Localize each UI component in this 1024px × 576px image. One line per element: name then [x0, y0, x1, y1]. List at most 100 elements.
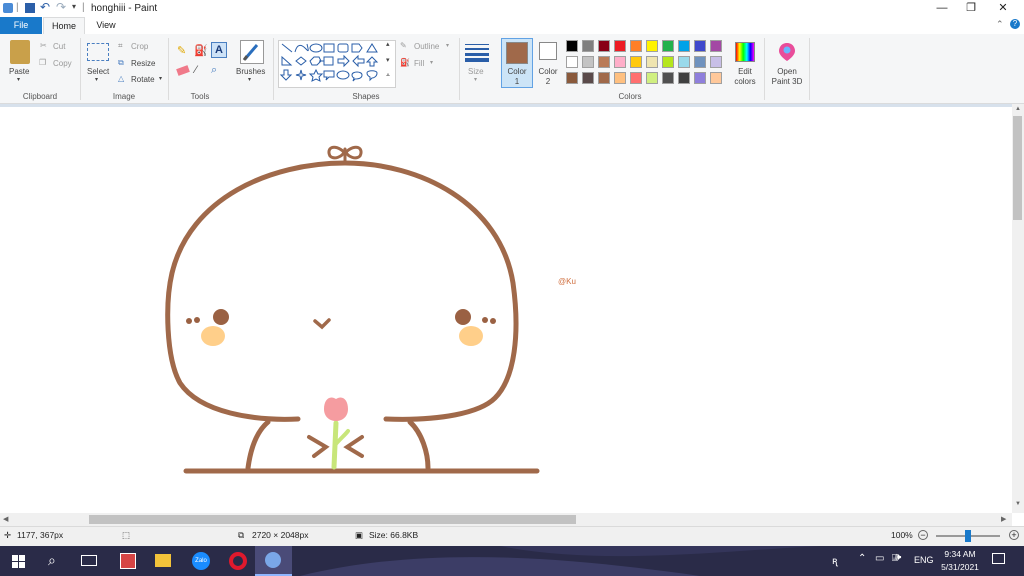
fill-button[interactable]: Fill — [414, 59, 424, 68]
vertical-scroll-thumb[interactable] — [1013, 116, 1022, 220]
notification-center-icon[interactable] — [992, 553, 1005, 564]
close-button[interactable]: ✕ — [987, 0, 1019, 17]
vertical-scrollbar[interactable]: ▲ ▼ — [1012, 104, 1024, 513]
palette-swatch[interactable] — [662, 40, 674, 52]
palette-swatch[interactable] — [582, 72, 594, 84]
brushes-icon[interactable] — [240, 40, 264, 64]
canvas-area[interactable]: @Ku — [0, 104, 1012, 516]
collapse-ribbon-icon[interactable]: ⌃ — [996, 19, 1004, 30]
palette-swatch[interactable] — [630, 72, 642, 84]
shapes-scroll-up-icon[interactable]: ▴ — [386, 40, 390, 48]
shapes-gallery[interactable] — [278, 40, 396, 88]
select-dropdown-icon[interactable]: ▾ — [95, 76, 98, 83]
crop-button[interactable]: Crop — [131, 42, 148, 51]
palette-swatch[interactable] — [646, 72, 658, 84]
fill-bucket-icon[interactable]: ⛽ — [194, 44, 208, 57]
fill-icon[interactable]: ⛽ — [400, 58, 410, 67]
resize-icon[interactable]: ⧉ — [118, 58, 124, 68]
paint-app-icon[interactable] — [3, 3, 13, 13]
palette-swatch[interactable] — [710, 56, 722, 68]
zalo-icon[interactable]: Zalo — [189, 549, 213, 573]
customize-toolbar-icon[interactable]: ▾ — [72, 2, 76, 11]
palette-swatch[interactable] — [598, 40, 610, 52]
edit-colors-label[interactable]: Edit — [730, 67, 760, 76]
minimize-button[interactable]: — — [926, 0, 958, 17]
shapes-expand-icon[interactable]: ⩡ — [386, 72, 390, 80]
palette-swatch[interactable] — [646, 40, 658, 52]
battery-icon[interactable]: ▭ — [875, 553, 884, 564]
palette-swatch[interactable] — [566, 56, 578, 68]
paint3d-label[interactable]: Open — [768, 67, 806, 76]
palette-swatch[interactable] — [630, 40, 642, 52]
show-hidden-icons[interactable]: ⌃ — [858, 553, 866, 564]
shapes-scroll-down-icon[interactable]: ▾ — [386, 56, 390, 64]
copy-button[interactable]: Copy — [53, 59, 72, 68]
outline-button[interactable]: Outline — [414, 42, 439, 51]
save-icon[interactable] — [25, 3, 35, 13]
pencil-icon[interactable]: ✎ — [177, 44, 186, 57]
palette-swatch[interactable] — [694, 72, 706, 84]
palette-swatch[interactable] — [582, 56, 594, 68]
windows-start-icon[interactable] — [12, 555, 25, 570]
brushes-dropdown-icon[interactable]: ▾ — [248, 76, 251, 83]
color2-swatch[interactable] — [539, 42, 557, 60]
palette-swatch[interactable] — [710, 40, 722, 52]
cut-icon[interactable]: ✂ — [40, 41, 47, 50]
palette-swatch[interactable] — [598, 56, 610, 68]
task-view-icon[interactable] — [81, 555, 97, 566]
paint-taskbar-button[interactable] — [255, 546, 292, 576]
paint3d-label-2[interactable]: Paint 3D — [766, 77, 808, 86]
gallery-app-icon[interactable] — [116, 549, 140, 573]
palette-swatch[interactable] — [662, 72, 674, 84]
palette-swatch[interactable] — [662, 56, 674, 68]
horizontal-scrollbar[interactable]: ◀ ▶ — [0, 513, 1012, 526]
scroll-left-icon[interactable]: ◀ — [3, 515, 8, 523]
palette-swatch[interactable] — [630, 56, 642, 68]
size-button[interactable]: Size — [468, 67, 484, 76]
paste-icon[interactable] — [10, 40, 30, 64]
drawing-canvas[interactable]: @Ku — [0, 107, 1012, 516]
input-language[interactable]: ENG — [914, 555, 934, 565]
zoom-slider-thumb[interactable] — [965, 530, 971, 542]
volume-icon[interactable]: 🕪 — [895, 552, 901, 563]
clock-time[interactable]: 9:34 AM — [940, 549, 980, 559]
copy-icon[interactable]: ❐ — [39, 58, 46, 67]
rotate-button[interactable]: Rotate — [131, 75, 155, 84]
file-explorer-icon[interactable] — [151, 549, 175, 573]
color2-label[interactable]: Color — [536, 67, 560, 76]
palette-swatch[interactable] — [710, 72, 722, 84]
palette-swatch[interactable] — [678, 72, 690, 84]
palette-swatch[interactable] — [678, 56, 690, 68]
select-button[interactable]: Select — [87, 67, 109, 76]
cut-button[interactable]: Cut — [53, 42, 65, 51]
horizontal-scroll-thumb[interactable] — [89, 515, 576, 524]
edit-colors-label-2[interactable]: colors — [730, 77, 760, 86]
fill-dropdown-icon[interactable]: ▾ — [430, 59, 433, 66]
resize-button[interactable]: Resize — [131, 59, 155, 68]
opera-browser-icon[interactable] — [226, 549, 250, 573]
clock-date[interactable]: 5/31/2021 — [936, 562, 984, 572]
text-tool-icon[interactable]: A — [211, 42, 227, 58]
color2-number[interactable]: 2 — [536, 77, 560, 86]
maximize-button[interactable]: ❐ — [955, 0, 987, 17]
color-picker-icon[interactable]: ⁄ — [195, 64, 197, 76]
palette-swatch[interactable] — [694, 40, 706, 52]
palette-swatch[interactable] — [614, 40, 626, 52]
palette-swatch[interactable] — [566, 72, 578, 84]
paste-button[interactable]: Paste — [9, 67, 29, 76]
outline-icon[interactable]: ✎ — [400, 41, 407, 50]
zoom-out-button[interactable]: − — [918, 530, 928, 540]
paste-dropdown-icon[interactable]: ▾ — [17, 76, 20, 83]
palette-swatch[interactable] — [646, 56, 658, 68]
scroll-down-icon[interactable]: ▼ — [1015, 501, 1021, 507]
tab-file[interactable]: File — [0, 17, 42, 34]
people-icon[interactable]: ꭆ — [832, 553, 837, 567]
brushes-button[interactable]: Brushes — [236, 67, 265, 76]
palette-swatch[interactable] — [582, 40, 594, 52]
palette-swatch[interactable] — [614, 72, 626, 84]
outline-dropdown-icon[interactable]: ▾ — [446, 42, 449, 49]
crop-icon[interactable]: ⌗ — [118, 41, 123, 51]
undo-icon[interactable]: ↶ — [40, 0, 50, 14]
zoom-in-button[interactable]: + — [1009, 530, 1019, 540]
palette-swatch[interactable] — [694, 56, 706, 68]
